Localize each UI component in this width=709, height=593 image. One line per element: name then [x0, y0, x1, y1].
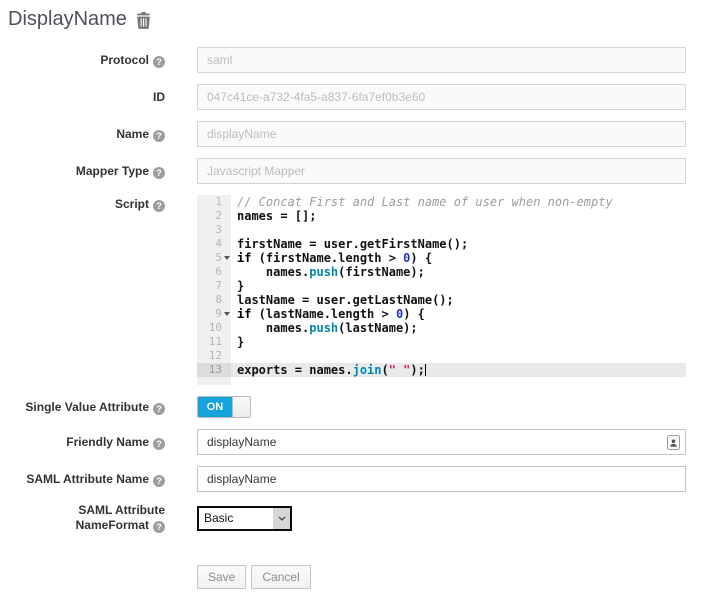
page-header: DisplayName: [8, 8, 709, 31]
help-icon[interactable]: [153, 403, 165, 415]
page-title: DisplayName: [8, 8, 127, 31]
gutter-line-3: 3: [197, 223, 231, 237]
gutter-line-5: 5: [197, 251, 231, 265]
saml-attribute-name-label: SAML Attribute Name: [8, 472, 193, 487]
code-line-13[interactable]: exports = names.join(" ");: [231, 363, 686, 377]
protocol-input: [197, 47, 686, 73]
gutter-line-8: 8: [197, 293, 231, 307]
nameformat-select[interactable]: Basic: [197, 506, 292, 531]
help-icon[interactable]: [153, 200, 165, 212]
script-code-editor[interactable]: 12345678910111213 // Concat First and La…: [197, 195, 686, 385]
protocol-label: Protocol: [8, 53, 193, 68]
name-label: Name: [8, 127, 193, 142]
gutter-partial-row: [197, 377, 231, 385]
gutter-line-12: 12: [197, 349, 231, 363]
code-line-10[interactable]: names.push(lastName);: [237, 321, 686, 335]
field-row-nameformat: SAML Attribute NameFormat Basic: [8, 503, 709, 533]
help-icon[interactable]: [153, 56, 165, 68]
mapper-type-input: [197, 158, 686, 184]
field-row-single-value: Single Value Attribute ON: [8, 396, 709, 418]
autofill-contact-icon[interactable]: [667, 435, 680, 455]
mapper-type-label-text: Mapper Type: [76, 164, 149, 178]
gutter-line-1: 1: [197, 195, 231, 209]
gutter-line-10: 10: [197, 321, 231, 335]
script-label: Script: [8, 195, 193, 212]
chevron-down-icon: [273, 508, 290, 529]
saml-attribute-name-input[interactable]: [197, 466, 686, 492]
field-row-saml-attribute-name: SAML Attribute Name: [8, 466, 709, 492]
code-line-8[interactable]: lastName = user.getLastName();: [237, 293, 686, 307]
protocol-label-text: Protocol: [100, 53, 149, 67]
gutter-line-2: 2: [197, 209, 231, 223]
code-line-5[interactable]: if (firstName.length > 0) {: [237, 251, 686, 265]
nameformat-selected-value: Basic: [199, 508, 273, 529]
toggle-handle[interactable]: [232, 397, 250, 417]
code-fold-icon[interactable]: [224, 312, 230, 316]
script-label-text: Script: [115, 197, 149, 211]
code-fold-icon[interactable]: [224, 256, 230, 260]
text-cursor: [425, 364, 426, 376]
field-row-script: Script 12345678910111213 // Concat First…: [8, 195, 709, 385]
help-icon[interactable]: [153, 521, 165, 533]
code-line-6[interactable]: names.push(firstName);: [237, 265, 686, 279]
help-icon[interactable]: [153, 130, 165, 142]
id-label-text: ID: [153, 90, 165, 104]
single-value-label: Single Value Attribute: [8, 400, 193, 415]
mapper-edit-page: DisplayName Protocol ID Name Mapper Type…: [0, 0, 709, 589]
help-icon[interactable]: [153, 167, 165, 179]
name-input: [197, 121, 686, 147]
code-line-1[interactable]: // Concat First and Last name of user wh…: [237, 195, 686, 209]
mapper-type-label: Mapper Type: [8, 164, 193, 179]
field-row-mapper-type: Mapper Type: [8, 158, 709, 184]
trash-icon[interactable]: [136, 12, 151, 29]
nameformat-label-text: SAML Attribute NameFormat: [76, 503, 165, 532]
saml-attribute-name-label-text: SAML Attribute Name: [26, 472, 149, 486]
form-actions: Save Cancel: [197, 565, 709, 589]
friendly-name-label-text: Friendly Name: [66, 435, 149, 449]
gutter-line-9: 9: [197, 307, 231, 321]
code-line-4[interactable]: firstName = user.getFirstName();: [237, 237, 686, 251]
id-input: [197, 84, 686, 110]
code-line-7[interactable]: }: [237, 279, 686, 293]
gutter-line-11: 11: [197, 335, 231, 349]
help-icon[interactable]: [153, 438, 165, 450]
cancel-button[interactable]: Cancel: [251, 565, 310, 589]
name-label-text: Name: [116, 127, 149, 141]
code-line-2[interactable]: names = [];: [237, 209, 686, 223]
help-icon[interactable]: [153, 475, 165, 487]
script-gutter: 12345678910111213: [197, 195, 231, 385]
field-row-protocol: Protocol: [8, 47, 709, 73]
script-code-area[interactable]: // Concat First and Last name of user wh…: [231, 195, 686, 385]
gutter-line-6: 6: [197, 265, 231, 279]
field-row-name: Name: [8, 121, 709, 147]
field-row-id: ID: [8, 84, 709, 110]
single-value-toggle[interactable]: ON: [197, 396, 251, 418]
gutter-line-4: 4: [197, 237, 231, 251]
toggle-on-label: ON: [198, 397, 232, 417]
code-line-11[interactable]: }: [237, 335, 686, 349]
friendly-name-input[interactable]: [197, 429, 686, 455]
friendly-name-label: Friendly Name: [8, 435, 193, 450]
save-button[interactable]: Save: [197, 565, 246, 589]
code-line-3[interactable]: [237, 223, 686, 237]
code-line-9[interactable]: if (lastName.length > 0) {: [237, 307, 686, 321]
gutter-line-7: 7: [197, 279, 231, 293]
code-line-12[interactable]: [237, 349, 686, 363]
id-label: ID: [8, 90, 193, 105]
nameformat-label: SAML Attribute NameFormat: [8, 503, 193, 533]
single-value-label-text: Single Value Attribute: [25, 400, 149, 414]
field-row-friendly-name: Friendly Name: [8, 429, 709, 455]
gutter-line-13: 13: [197, 363, 231, 377]
